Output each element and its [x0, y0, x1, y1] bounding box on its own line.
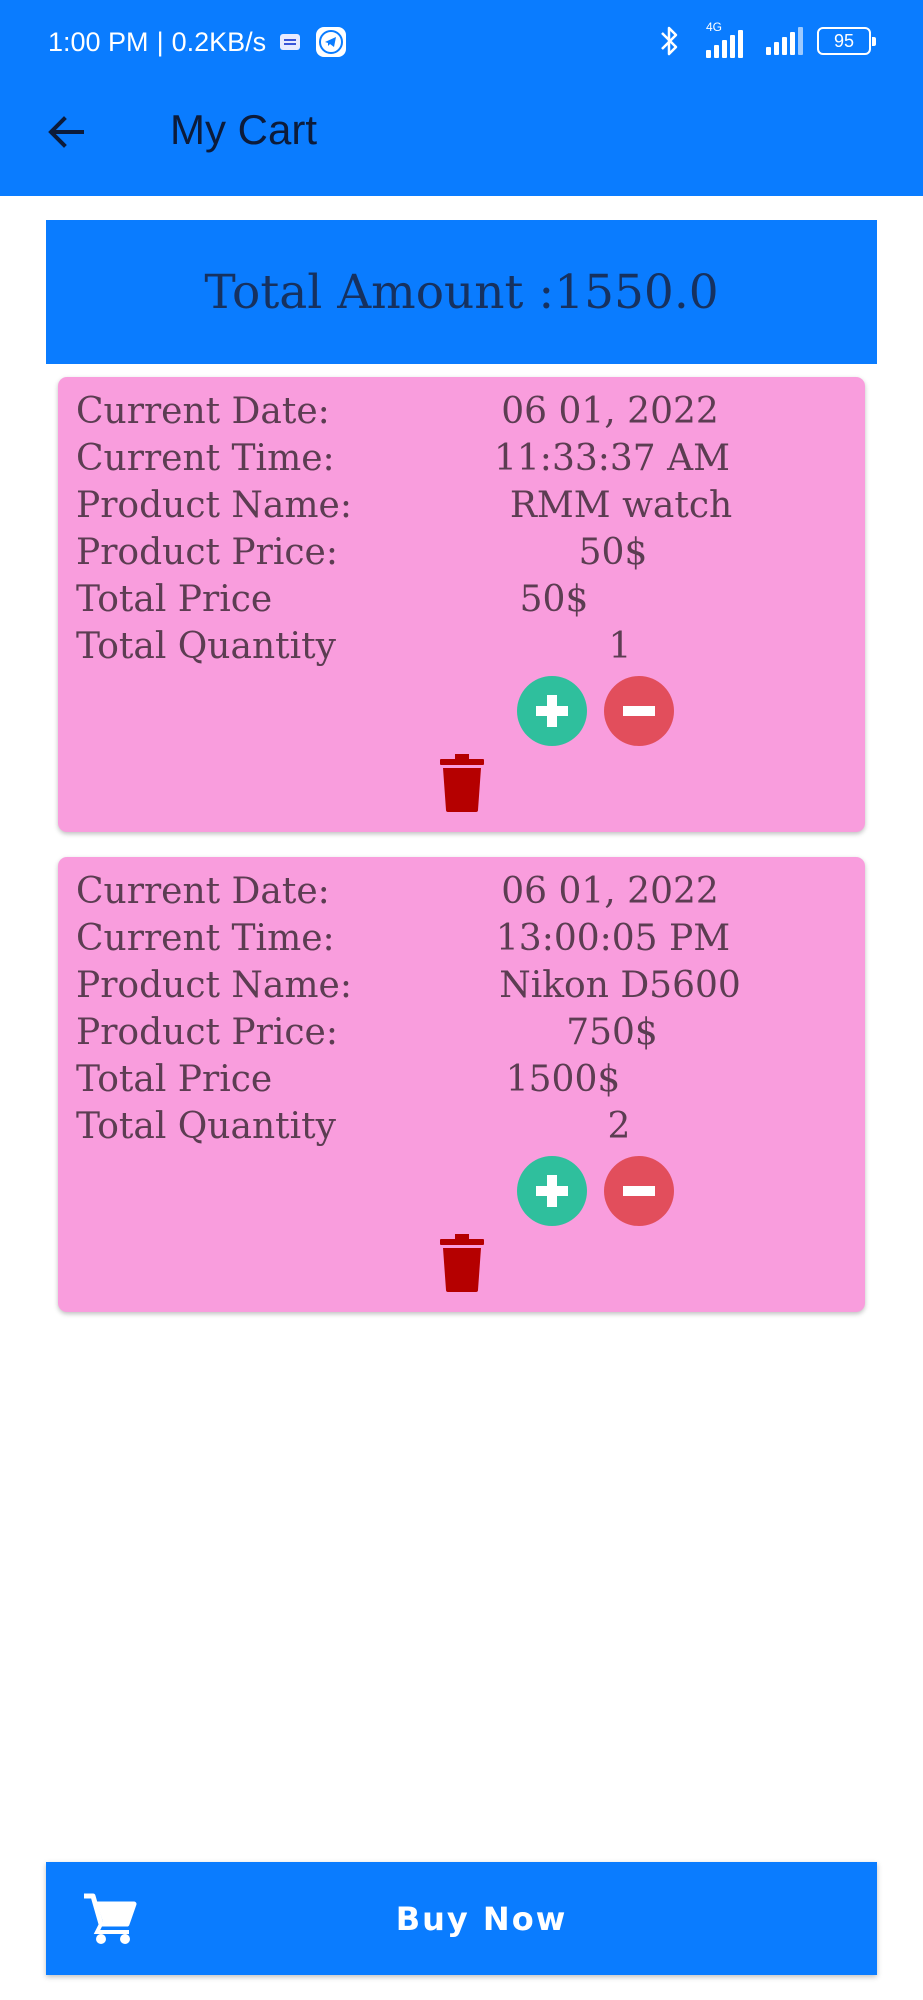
arrow-left-icon — [48, 116, 84, 148]
total-quantity-row: Total Quantity 2 — [76, 1106, 856, 1152]
buy-now-button[interactable]: Buy Now — [46, 1862, 877, 1975]
buy-now-label: Buy Now — [395, 1899, 568, 1938]
decrease-quantity-button[interactable] — [604, 676, 674, 746]
status-time: 1:00 PM — [48, 26, 149, 57]
trash-icon — [440, 754, 484, 812]
bluetooth-icon — [661, 26, 678, 56]
status-right: 4G 95 — [656, 20, 876, 62]
product-price-value: 50$ — [578, 532, 648, 573]
product-name-row: Product Name: RMM watch — [76, 485, 856, 531]
plus-icon — [536, 1175, 568, 1207]
increase-quantity-button[interactable] — [517, 676, 587, 746]
telegram-icon — [316, 27, 347, 57]
delete-item-button[interactable] — [438, 754, 486, 812]
current-time-row: Current Time: 13:00:05 PM — [76, 918, 856, 964]
signal-icon — [766, 27, 803, 55]
product-price-label: Product Price: — [76, 532, 338, 573]
total-amount-text: Total Amount :1550.0 — [204, 264, 719, 320]
current-date-label: Current Date: — [76, 871, 330, 912]
total-price-row: Total Price 1500$ — [76, 1059, 856, 1105]
status-separator: | — [156, 26, 164, 57]
current-time-label: Current Time: — [76, 918, 335, 959]
product-name-value: Nikon D5600 — [499, 965, 741, 1006]
minus-icon — [623, 706, 655, 716]
trash-icon — [440, 1234, 484, 1292]
total-price-value: 1500$ — [505, 1059, 621, 1100]
total-quantity-value: 1 — [608, 626, 632, 667]
product-name-label: Product Name: — [76, 485, 352, 526]
product-name-row: Product Name: Nikon D5600 — [76, 965, 856, 1011]
current-time-value: 11:33:37 AM — [494, 438, 730, 479]
status-speed: 0.2KB/s — [171, 26, 267, 57]
product-name-value: RMM watch — [509, 485, 733, 526]
delete-item-button[interactable] — [438, 1234, 486, 1292]
cart-item-card: Current Date: 06 01, 2022 Current Time: … — [58, 377, 865, 832]
product-price-row: Product Price: 750$ — [76, 1012, 856, 1058]
current-time-value: 13:00:05 PM — [495, 918, 731, 959]
page-title: My Cart — [170, 106, 317, 153]
current-date-value: 06 01, 2022 — [501, 391, 719, 432]
current-date-value: 06 01, 2022 — [501, 871, 719, 912]
back-button[interactable] — [38, 104, 94, 160]
total-price-value: 50$ — [519, 579, 589, 620]
minus-icon — [623, 1186, 655, 1196]
total-quantity-label: Total Quantity — [76, 1106, 336, 1147]
current-time-label: Current Time: — [76, 438, 335, 479]
product-price-row: Product Price: 50$ — [76, 532, 856, 578]
total-price-label: Total Price — [76, 1059, 273, 1100]
total-quantity-label: Total Quantity — [76, 626, 336, 667]
total-price-label: Total Price — [76, 579, 273, 620]
total-quantity-row: Total Quantity 1 — [76, 626, 856, 672]
product-price-value: 750$ — [566, 1012, 658, 1053]
signal-4g-icon: 4G — [696, 20, 752, 58]
plus-icon — [536, 695, 568, 727]
current-date-row: Current Date: 06 01, 2022 — [76, 871, 856, 917]
increase-quantity-button[interactable] — [517, 1156, 587, 1226]
status-left: 1:00 PM | 0.2KB/s — [48, 22, 347, 62]
total-amount-banner: Total Amount :1550.0 — [46, 220, 877, 364]
product-name-label: Product Name: — [76, 965, 352, 1006]
current-date-label: Current Date: — [76, 391, 330, 432]
battery-level: 95 — [833, 30, 855, 51]
battery-icon: 95 — [817, 27, 876, 55]
decrease-quantity-button[interactable] — [604, 1156, 674, 1226]
product-price-label: Product Price: — [76, 1012, 338, 1053]
cart-item-card: Current Date: 06 01, 2022 Current Time: … — [58, 857, 865, 1312]
top-bar: 1:00 PM | 0.2KB/s 4G 95 My Cart — [0, 0, 923, 196]
total-price-row: Total Price 50$ — [76, 579, 856, 625]
message-icon — [280, 34, 301, 50]
current-date-row: Current Date: 06 01, 2022 — [76, 391, 856, 437]
current-time-row: Current Time: 11:33:37 AM — [76, 438, 856, 484]
status-bar: 1:00 PM | 0.2KB/s 4G 95 — [0, 0, 923, 82]
total-quantity-value: 2 — [607, 1106, 631, 1147]
app-bar: My Cart — [0, 82, 923, 196]
